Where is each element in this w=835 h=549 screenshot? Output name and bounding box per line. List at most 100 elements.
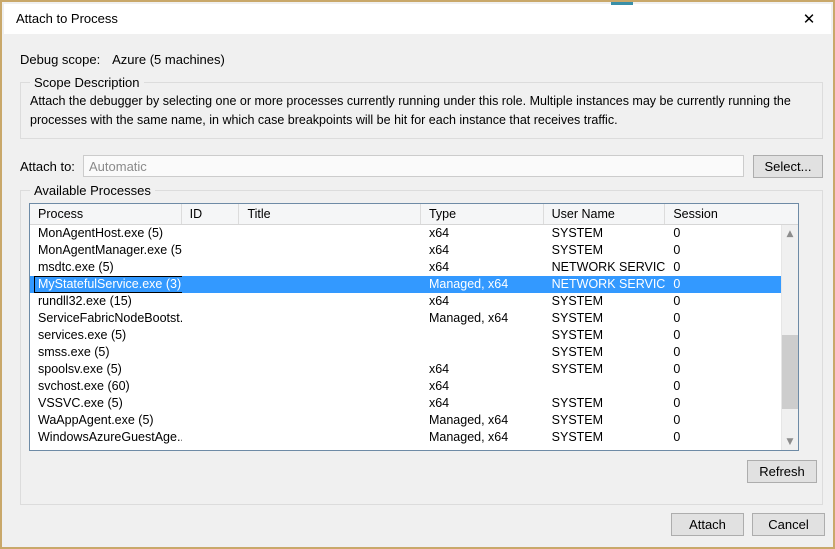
cell-process: MyStatefulService.exe (3) (30, 276, 182, 293)
cell-type: x64 (428, 243, 450, 257)
table-row[interactable]: msdtc.exe (5) x64 NETWORK SERVICE 0 (30, 259, 798, 276)
cancel-button[interactable]: Cancel (752, 513, 825, 536)
table-row[interactable]: WindowsAzureGuestAge... Managed, x64 SYSTE… (30, 429, 798, 446)
table-row[interactable]: rundll32.exe (15) x64 SYSTEM 0 (30, 293, 798, 310)
cell-type: Managed, x64 (428, 277, 509, 291)
scrollbar-thumb[interactable] (782, 335, 798, 409)
table-row[interactable]: MonAgentHost.exe (5) x64 SYSTEM 0 (30, 225, 798, 242)
cell-session: 0 (673, 226, 681, 240)
cell-user-name: SYSTEM (551, 226, 604, 240)
scope-description-text: Attach the debugger by selecting one or … (30, 94, 791, 127)
table-row[interactable]: MyStatefulService.exe (3) Managed, x64 NET… (30, 276, 798, 293)
scroll-down-button[interactable]: ▼ (782, 433, 798, 450)
cell-type: x64 (428, 294, 450, 308)
cell-id (182, 310, 240, 327)
cell-user-name: SYSTEM (551, 243, 604, 257)
cell-type: Managed, x64 (428, 430, 509, 444)
cell-type (421, 344, 544, 361)
column-header-id[interactable]: ID (182, 204, 240, 224)
table-row[interactable]: WaAppAgent.exe (5) Managed, x64 SYSTEM 0 (30, 412, 798, 429)
cell-id (182, 259, 240, 276)
cell-id (182, 395, 240, 412)
cell-id (182, 293, 240, 310)
cell-title (239, 327, 421, 344)
column-header-session[interactable]: Session (665, 204, 798, 224)
cell-id (182, 361, 240, 378)
cell-session: 0 (673, 413, 681, 427)
select-button[interactable]: Select... (753, 155, 823, 178)
table-row[interactable]: VSSVC.exe (5) x64 SYSTEM 0 (30, 395, 798, 412)
cell-user-name: NETWORK SERVICE (551, 260, 666, 274)
cell-process: smss.exe (5) (38, 345, 110, 359)
cell-process: MonAgentHost.exe (5) (38, 226, 164, 240)
cell-session: 0 (673, 243, 681, 257)
cell-type: x64 (428, 396, 450, 410)
cell-user-name: SYSTEM (551, 430, 604, 444)
close-icon: ✕ (802, 9, 816, 28)
cell-title (239, 225, 421, 242)
refresh-button[interactable]: Refresh (747, 460, 817, 483)
available-processes-legend: Available Processes (30, 183, 155, 198)
table-row[interactable]: MonAgentManager.exe (5) x64 SYSTEM 0 (30, 242, 798, 259)
cell-title (239, 242, 421, 259)
cell-process: msdtc.exe (5) (38, 260, 114, 274)
column-header-user-name[interactable]: User Name (544, 204, 666, 224)
column-header-title[interactable]: Title (239, 204, 421, 224)
background-window-artifact (611, 2, 633, 5)
cell-process: WaAppAgent.exe (5) (38, 413, 154, 427)
cell-title (239, 378, 421, 395)
cell-id (182, 429, 240, 446)
cell-id (182, 242, 240, 259)
cell-session: 0 (673, 362, 681, 376)
process-list-header: Process ID Title Type User Name Session (30, 204, 798, 225)
cell-process: rundll32.exe (15) (38, 294, 132, 308)
attach-button[interactable]: Attach (671, 513, 744, 536)
cell-user-name: SYSTEM (551, 294, 604, 308)
cell-process: WindowsAzureGuestAge... (38, 430, 182, 444)
dialog-title: Attach to Process (16, 11, 118, 26)
process-list-rows: MonAgentHost.exe (5) x64 SYSTEM 0 MonAgentMa… (30, 225, 798, 450)
cell-title (239, 344, 421, 361)
cell-user-name: SYSTEM (551, 362, 604, 376)
cell-id (182, 225, 240, 242)
cell-id (182, 276, 240, 293)
scroll-up-button[interactable]: ▲ (782, 225, 798, 242)
cell-type: x64 (428, 362, 450, 376)
debug-scope-row: Debug scope: Azure (5 machines) (20, 52, 225, 67)
cell-title (239, 412, 421, 429)
cell-session: 0 (673, 311, 681, 325)
cell-process: services.exe (5) (38, 328, 127, 342)
cell-title (239, 310, 421, 327)
available-processes-group: Available Processes Process ID Title Typ… (20, 183, 823, 505)
table-row[interactable]: svchost.exe (60) x64 0 (30, 378, 798, 395)
attach-to-process-dialog: Attach to Process ✕ Debug scope: Azure (… (0, 0, 835, 549)
cell-user-name: SYSTEM (551, 311, 604, 325)
table-row[interactable]: ServiceFabricNodeBootst... Managed, x64 SY… (30, 310, 798, 327)
cell-session: 0 (673, 345, 681, 359)
cell-type: x64 (428, 226, 450, 240)
process-list[interactable]: Process ID Title Type User Name Session … (29, 203, 799, 451)
table-row[interactable]: services.exe (5) SYSTEM 0 (30, 327, 798, 344)
attach-to-label: Attach to: (20, 159, 75, 174)
cell-title (239, 293, 421, 310)
cell-user-name: NETWORK SERVICE (551, 277, 666, 291)
cell-title (239, 429, 421, 446)
attach-to-input[interactable] (83, 155, 744, 177)
cell-session: 0 (673, 430, 681, 444)
title-bar: Attach to Process ✕ (4, 4, 831, 34)
process-list-scrollbar[interactable]: ▲ ▼ (781, 225, 798, 450)
cell-user-name: SYSTEM (551, 328, 604, 342)
column-header-type[interactable]: Type (421, 204, 544, 224)
cell-id (182, 412, 240, 429)
table-row[interactable]: spoolsv.exe (5) x64 SYSTEM 0 (30, 361, 798, 378)
selection-focus-rect: MyStatefulService.exe (3) (34, 276, 182, 293)
cell-process: ServiceFabricNodeBootst... (38, 311, 182, 325)
chevron-up-icon: ▲ (786, 228, 794, 239)
table-row[interactable]: smss.exe (5) SYSTEM 0 (30, 344, 798, 361)
debug-scope-label: Debug scope: (20, 52, 101, 67)
close-button[interactable]: ✕ (787, 4, 831, 34)
cell-process: VSSVC.exe (5) (38, 396, 123, 410)
cell-title (239, 395, 421, 412)
column-header-process[interactable]: Process (30, 204, 182, 224)
cell-process: MonAgentManager.exe (5) (38, 243, 182, 257)
